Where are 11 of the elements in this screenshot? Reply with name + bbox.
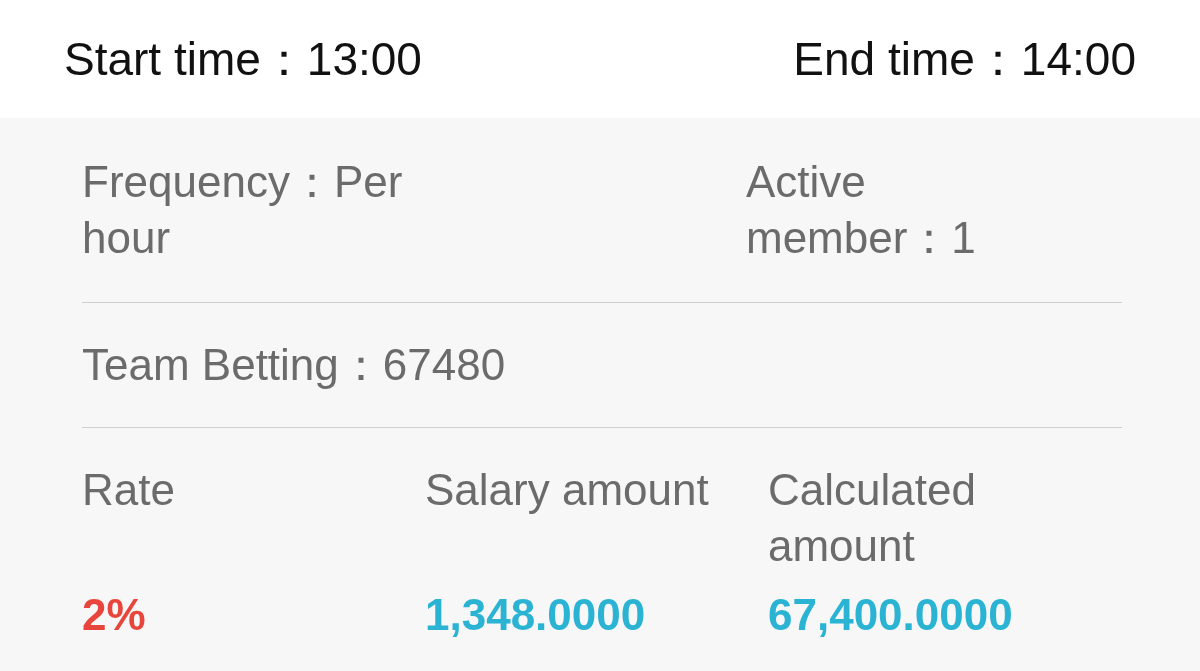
column-header: Rate [82, 464, 176, 516]
frequency-text: Frequency：Per hour [82, 156, 404, 264]
column-header: Calculated amount [768, 464, 977, 572]
team-betting-text: Team Betting：67480 [82, 339, 506, 391]
table-cell-text: 2% [82, 589, 146, 641]
table-cell-text: 67,400.0000 [768, 589, 1013, 641]
start-time-text: Start time：13:00 [64, 31, 422, 87]
active-member-text: Active member：1 [746, 156, 977, 264]
end-time-text: End time：14:00 [793, 31, 1136, 87]
column-header: Salary amount [425, 464, 710, 516]
table-cell-text: 1,348.0000 [425, 589, 646, 641]
